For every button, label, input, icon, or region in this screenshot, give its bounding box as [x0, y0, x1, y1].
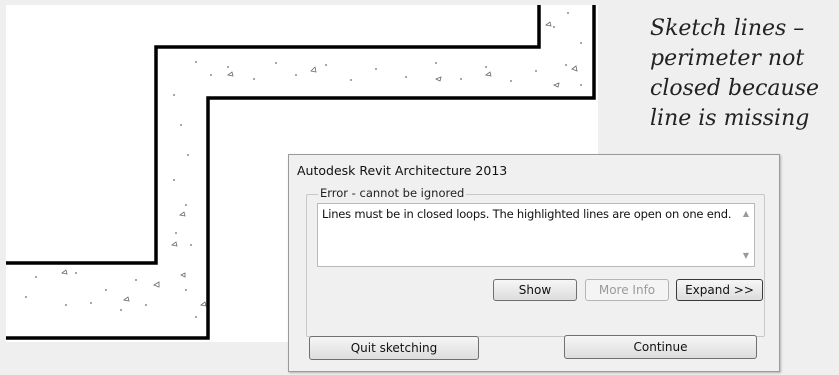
- error-group-label: Error - cannot be ignored: [318, 186, 467, 200]
- error-group-box: Error - cannot be ignored Lines must be …: [306, 186, 765, 337]
- expand-button[interactable]: Expand >>: [676, 279, 763, 301]
- show-button[interactable]: Show: [493, 279, 577, 301]
- more-info-button[interactable]: More Info: [585, 279, 669, 301]
- dialog-title: Autodesk Revit Architecture 2013: [297, 163, 508, 178]
- caption-text: Sketch lines – perimeter not closed beca…: [650, 16, 820, 131]
- error-message-box: Lines must be in closed loops. The highl…: [317, 203, 755, 267]
- error-message-text: Lines must be in closed loops. The highl…: [322, 207, 732, 221]
- scroll-up-icon[interactable]: ▲: [741, 209, 751, 219]
- continue-button[interactable]: Continue: [564, 335, 757, 359]
- error-dialog: Autodesk Revit Architecture 2013 Error -…: [288, 154, 780, 372]
- scroll-down-icon[interactable]: ▼: [741, 251, 751, 261]
- quit-sketching-button[interactable]: Quit sketching: [309, 336, 479, 360]
